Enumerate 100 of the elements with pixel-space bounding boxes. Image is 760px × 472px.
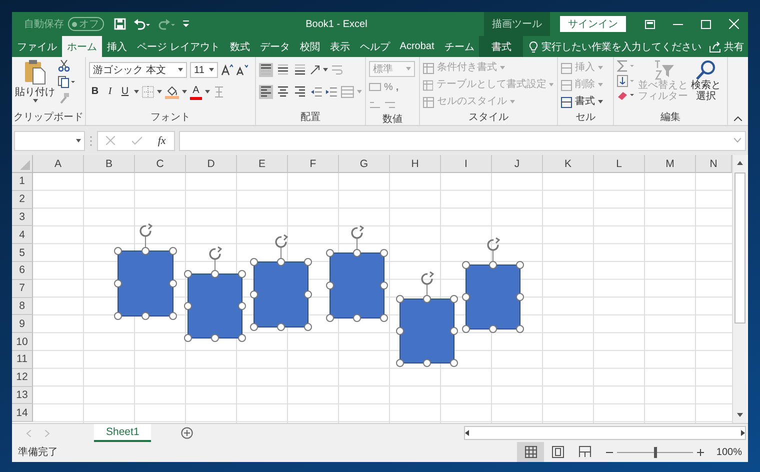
maximize-icon[interactable]: [701, 20, 711, 28]
close-icon[interactable]: [729, 19, 739, 29]
rectangle-shape[interactable]: [113, 223, 178, 321]
ribbon-tab[interactable]: ページ レイアウト: [132, 36, 225, 58]
ribbon-tab[interactable]: ファイル: [12, 36, 62, 58]
lightbulb-icon[interactable]: [529, 40, 538, 53]
formula-field[interactable]: [179, 130, 746, 151]
share-icon[interactable]: [709, 40, 721, 53]
row-header[interactable]: 5: [12, 244, 33, 262]
column-header[interactable]: C: [135, 155, 186, 173]
italic-button[interactable]: I: [104, 86, 116, 98]
share-button[interactable]: 共有: [724, 40, 744, 54]
rectangle-shape[interactable]: [395, 271, 459, 368]
row-header[interactable]: 4: [12, 226, 33, 244]
column-header[interactable]: D: [186, 155, 237, 173]
scroll-left-icon[interactable]: [465, 430, 469, 436]
column-header[interactable]: G: [339, 155, 390, 173]
horizontal-align-button[interactable]: [292, 85, 307, 100]
save-icon[interactable]: [114, 18, 126, 30]
ribbon-tab[interactable]: データ: [254, 36, 295, 58]
row-header[interactable]: 8: [12, 298, 33, 316]
caret-icon[interactable]: [157, 90, 162, 94]
row-header[interactable]: 3: [12, 208, 33, 226]
column-header[interactable]: B: [84, 155, 135, 173]
caret-icon[interactable]: [598, 100, 603, 104]
font-size-field[interactable]: 11: [190, 62, 218, 78]
caret-icon[interactable]: [178, 68, 183, 72]
row-header[interactable]: 2: [12, 190, 33, 209]
column-header[interactable]: N: [696, 155, 732, 173]
row-header[interactable]: 9: [12, 315, 33, 334]
eraser-icon[interactable]: [617, 90, 635, 100]
ribbon-tab[interactable]: チーム: [439, 36, 480, 58]
underline-button[interactable]: U: [119, 86, 131, 98]
tell-me-field[interactable]: 実行したい作業を入力してください: [541, 40, 702, 54]
column-header[interactable]: E: [237, 155, 288, 173]
clipboard-icon[interactable]: [24, 59, 46, 86]
column-header[interactable]: K: [543, 155, 594, 173]
vertical-align-button[interactable]: [259, 63, 273, 78]
zoom-level[interactable]: 100%: [716, 446, 742, 458]
column-header[interactable]: A: [33, 155, 84, 173]
row-header[interactable]: 1: [12, 173, 33, 191]
horizontal-align-button[interactable]: [276, 85, 290, 100]
customize-icon[interactable]: [183, 20, 189, 28]
collapse-ribbon-icon[interactable]: [734, 116, 742, 122]
row-header[interactable]: 7: [12, 280, 33, 298]
vertical-align-button[interactable]: [276, 63, 290, 78]
row-header[interactable]: 6: [12, 262, 33, 280]
add-sheet-icon[interactable]: [181, 427, 194, 439]
ribbon-tab[interactable]: 書式: [479, 36, 524, 58]
fill-color-icon[interactable]: [165, 86, 179, 99]
row-header[interactable]: 10: [12, 333, 33, 351]
caret-icon[interactable]: [32, 99, 38, 104]
scroll-right-icon[interactable]: [741, 430, 745, 436]
rectangle-shape[interactable]: [325, 225, 389, 323]
ribbon-tab[interactable]: 校閲: [294, 36, 325, 58]
caret-icon[interactable]: [76, 138, 81, 143]
vertical-align-button[interactable]: [293, 63, 307, 78]
grow-font-icon[interactable]: [221, 64, 233, 76]
row-header[interactable]: 14: [12, 404, 33, 422]
column-header[interactable]: F: [288, 155, 339, 173]
scissors-icon[interactable]: [58, 60, 70, 72]
decrease-indent-icon[interactable]: [310, 87, 322, 98]
horizontal-scrollbar[interactable]: [464, 426, 746, 440]
ribbon-display-icon[interactable]: [645, 20, 655, 28]
zoom-thumb[interactable]: [654, 446, 658, 458]
vertical-scrollbar[interactable]: [732, 155, 747, 423]
shrink-font-icon[interactable]: [236, 64, 248, 76]
bold-button[interactable]: B: [89, 86, 101, 98]
signin-button[interactable]: サインイン: [560, 16, 626, 32]
copy-icon[interactable]: [58, 76, 76, 88]
column-header[interactable]: L: [594, 155, 645, 173]
column-header[interactable]: M: [645, 155, 696, 173]
row-header[interactable]: 12: [12, 368, 33, 387]
rectangle-shape[interactable]: [183, 246, 247, 343]
orientation-icon[interactable]: [310, 65, 320, 76]
find-select-button[interactable]: 検索と 選択: [691, 60, 721, 112]
increase-indent-icon[interactable]: [325, 87, 338, 98]
row-header[interactable]: 11: [12, 350, 33, 369]
font-name-field[interactable]: 游ゴシック 本文: [89, 62, 187, 78]
merge-cells-icon[interactable]: [341, 86, 354, 98]
ribbon-tab[interactable]: Acrobat: [394, 36, 440, 58]
caret-icon[interactable]: [134, 90, 139, 94]
ribbon-tab[interactable]: ヘルプ: [354, 36, 395, 58]
column-header[interactable]: J: [492, 155, 543, 173]
caret-icon[interactable]: [182, 90, 187, 94]
column-header[interactable]: I: [441, 155, 492, 173]
column-header[interactable]: H: [390, 155, 441, 173]
caret-icon[interactable]: [323, 68, 328, 72]
ribbon-tab[interactable]: 数式: [224, 36, 255, 58]
row-header[interactable]: 13: [12, 386, 33, 404]
insert-function-button[interactable]: fx: [158, 134, 166, 147]
ribbon-tab[interactable]: 表示: [324, 36, 355, 58]
zoom-in-icon[interactable]: [697, 448, 704, 456]
undo-icon[interactable]: [133, 18, 151, 30]
horizontal-align-button[interactable]: [259, 85, 273, 100]
fill-down-icon[interactable]: [617, 75, 635, 88]
rectangle-shape[interactable]: [461, 237, 525, 334]
caret-icon[interactable]: [205, 90, 210, 94]
ribbon-tab[interactable]: ホーム: [62, 36, 102, 58]
paste-button[interactable]: 貼り付け: [15, 85, 55, 100]
